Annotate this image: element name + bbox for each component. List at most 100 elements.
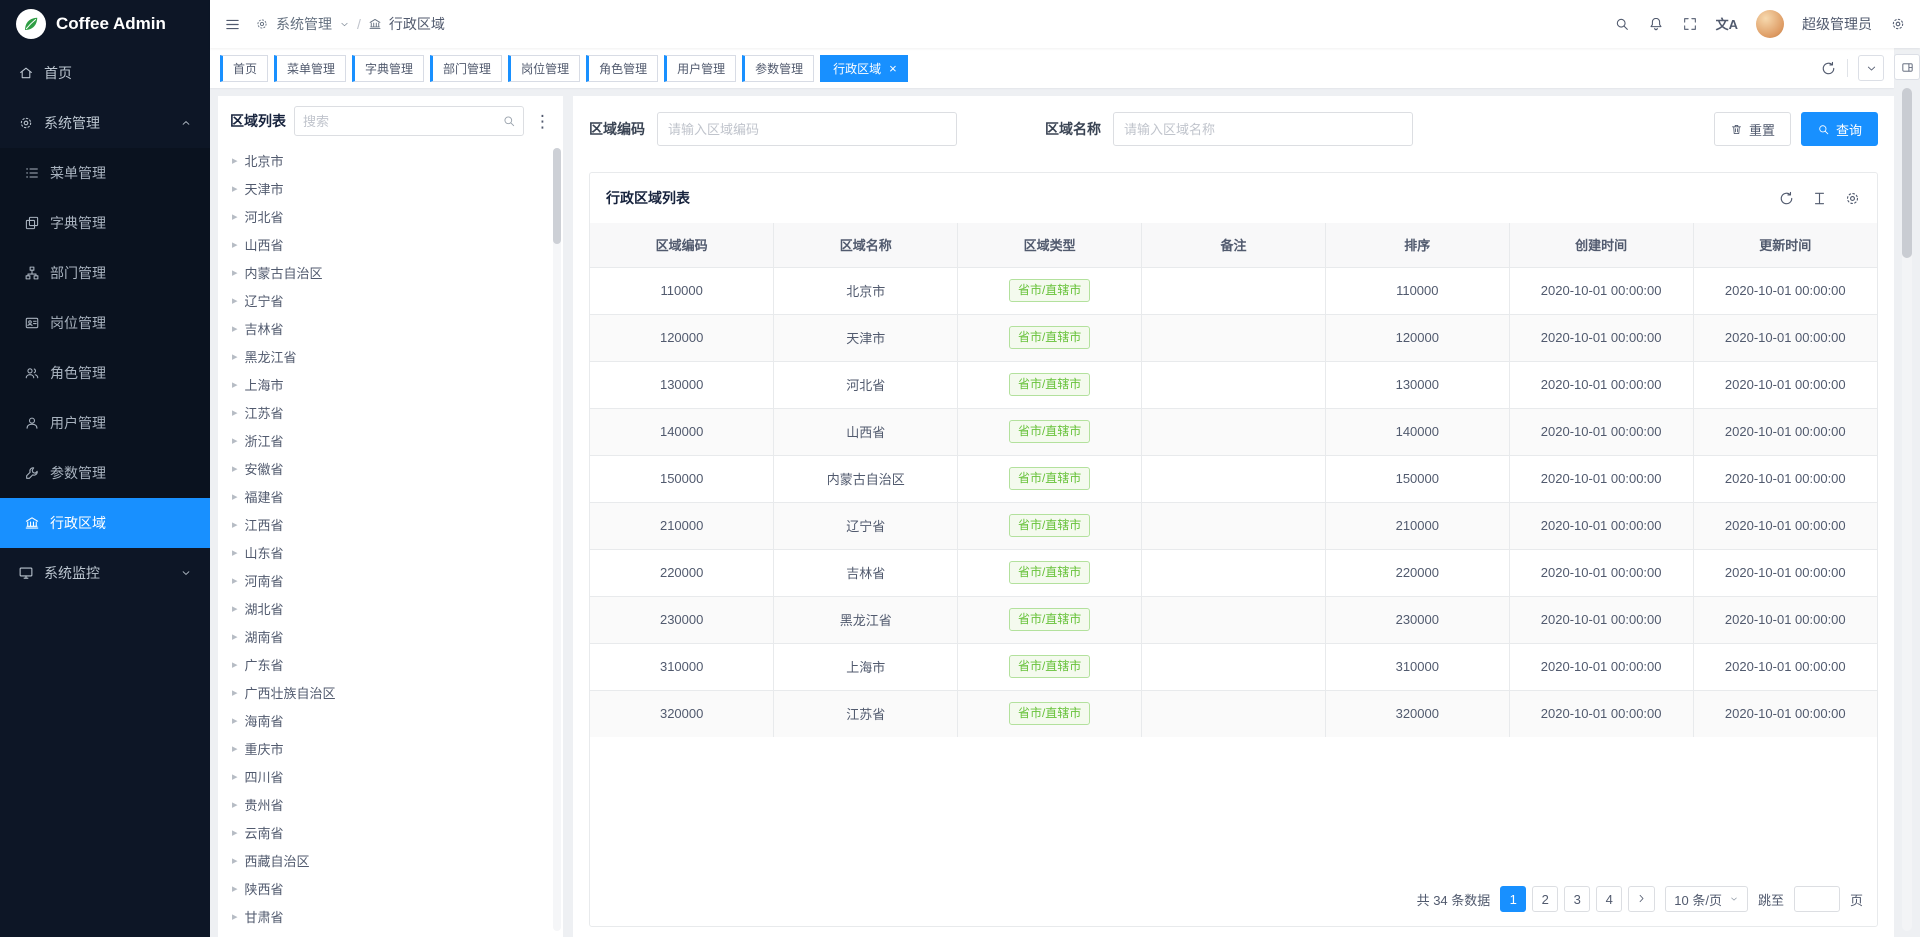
- tree-item[interactable]: ▸陕西省: [224, 874, 549, 902]
- tree-search-input[interactable]: [303, 114, 498, 129]
- sidebar-item-user-management[interactable]: 用户管理: [0, 398, 210, 448]
- cell-region-type: 省市/直辖市: [958, 314, 1142, 361]
- jump-page-input[interactable]: [1794, 886, 1840, 912]
- card-settings-button[interactable]: [1844, 190, 1861, 207]
- region-name-input[interactable]: [1113, 112, 1413, 146]
- table-row[interactable]: 320000江苏省省市/直辖市3200002020-10-01 00:00:00…: [590, 690, 1877, 737]
- table-row[interactable]: 130000河北省省市/直辖市1300002020-10-01 00:00:00…: [590, 361, 1877, 408]
- table-row[interactable]: 120000天津市省市/直辖市1200002020-10-01 00:00:00…: [590, 314, 1877, 361]
- page-scrollbar[interactable]: [1902, 88, 1912, 931]
- refresh-icon: [1778, 190, 1795, 207]
- page-button-1[interactable]: 1: [1500, 886, 1526, 912]
- tree-item[interactable]: ▸湖南省: [224, 622, 549, 650]
- global-search-button[interactable]: [1614, 16, 1630, 32]
- notification-button[interactable]: [1648, 16, 1664, 32]
- tree-item[interactable]: ▸内蒙古自治区: [224, 258, 549, 286]
- query-button[interactable]: 查询: [1801, 112, 1878, 146]
- content-fullscreen-button[interactable]: [1894, 54, 1920, 80]
- page-scrollbar-thumb[interactable]: [1902, 88, 1912, 258]
- tab-param[interactable]: 参数管理: [742, 55, 814, 82]
- tree-item[interactable]: ▸上海市: [224, 370, 549, 398]
- page-button-4[interactable]: 4: [1596, 886, 1622, 912]
- tree-item[interactable]: ▸海南省: [224, 706, 549, 734]
- tree-item[interactable]: ▸北京市: [224, 146, 549, 174]
- tree-item[interactable]: ▸山东省: [224, 538, 549, 566]
- gear-icon: [1890, 16, 1906, 32]
- menu-fold-button[interactable]: [224, 16, 241, 33]
- page-size-select[interactable]: 10 条/页: [1665, 886, 1748, 912]
- tree-item[interactable]: ▸湖北省: [224, 594, 549, 622]
- table-row[interactable]: 220000吉林省省市/直辖市2200002020-10-01 00:00:00…: [590, 549, 1877, 596]
- tree-item[interactable]: ▸甘肃省: [224, 902, 549, 930]
- table-header-cell: 区域名称: [774, 223, 958, 267]
- tree-scrollbar[interactable]: [553, 148, 561, 931]
- sidebar-item-system-management[interactable]: 系统管理: [0, 98, 210, 148]
- settings-button[interactable]: [1890, 16, 1906, 32]
- tree-item[interactable]: ▸天津市: [224, 174, 549, 202]
- tree-item[interactable]: ▸河南省: [224, 566, 549, 594]
- sidebar-item-home[interactable]: 首页: [0, 48, 210, 98]
- breadcrumb-root[interactable]: 系统管理: [276, 14, 332, 34]
- sidebar-item-system-monitor[interactable]: 系统监控: [0, 548, 210, 598]
- card-refresh-button[interactable]: [1778, 190, 1795, 207]
- tab-home[interactable]: 首页: [220, 55, 268, 82]
- table-row[interactable]: 310000上海市省市/直辖市3100002020-10-01 00:00:00…: [590, 643, 1877, 690]
- fullscreen-button[interactable]: [1682, 16, 1698, 32]
- tab-menu[interactable]: 菜单管理: [274, 55, 346, 82]
- sidebar-item-menu-management[interactable]: 菜单管理: [0, 148, 210, 198]
- tree-item[interactable]: ▸吉林省: [224, 314, 549, 342]
- tree-item[interactable]: ▸西藏自治区: [224, 846, 549, 874]
- table-row[interactable]: 140000山西省省市/直辖市1400002020-10-01 00:00:00…: [590, 408, 1877, 455]
- tree-item[interactable]: ▸浙江省: [224, 426, 549, 454]
- tree-item[interactable]: ▸山西省: [224, 230, 549, 258]
- tab-region[interactable]: 行政区域×: [820, 55, 908, 82]
- chevron-down-icon[interactable]: [339, 19, 350, 30]
- table-row[interactable]: 230000黑龙江省省市/直辖市2300002020-10-01 00:00:0…: [590, 596, 1877, 643]
- tree-item[interactable]: ▸江苏省: [224, 398, 549, 426]
- page-button-2[interactable]: 2: [1532, 886, 1558, 912]
- tree-item[interactable]: ▸黑龙江省: [224, 342, 549, 370]
- tree-more-button[interactable]: ⋮: [532, 113, 553, 130]
- tab-role[interactable]: 角色管理: [586, 55, 658, 82]
- sidebar-item-param-management[interactable]: 参数管理: [0, 448, 210, 498]
- tree-item[interactable]: ▸广东省: [224, 650, 549, 678]
- table-row[interactable]: 210000辽宁省省市/直辖市2100002020-10-01 00:00:00…: [590, 502, 1877, 549]
- card-columns-button[interactable]: [1811, 190, 1828, 207]
- caret-right-icon: ▸: [232, 210, 238, 223]
- tree-item[interactable]: ▸重庆市: [224, 734, 549, 762]
- tab-user[interactable]: 用户管理: [664, 55, 736, 82]
- page-button-3[interactable]: 3: [1564, 886, 1590, 912]
- tree-item[interactable]: ▸江西省: [224, 510, 549, 538]
- tree-item-label: 四川省: [245, 767, 284, 786]
- sidebar-item-post-management[interactable]: 岗位管理: [0, 298, 210, 348]
- table-row[interactable]: 110000北京市省市/直辖市1100002020-10-01 00:00:00…: [590, 267, 1877, 314]
- tree-item[interactable]: ▸四川省: [224, 762, 549, 790]
- tree-item[interactable]: ▸广西壮族自治区: [224, 678, 549, 706]
- sidebar-item-dict-management[interactable]: 字典管理: [0, 198, 210, 248]
- table-row[interactable]: 150000内蒙古自治区省市/直辖市1500002020-10-01 00:00…: [590, 455, 1877, 502]
- sidebar-item-dept-management[interactable]: 部门管理: [0, 248, 210, 298]
- tree-item[interactable]: ▸青海省: [224, 930, 549, 937]
- refresh-tabs-button[interactable]: [1820, 60, 1837, 77]
- region-code-input[interactable]: [657, 112, 957, 146]
- tab-menu-button[interactable]: [1858, 55, 1884, 81]
- sidebar-item-admin-region[interactable]: 行政区域: [0, 498, 210, 548]
- tab-dept[interactable]: 部门管理: [430, 55, 502, 82]
- user-name[interactable]: 超级管理员: [1802, 14, 1872, 34]
- tab-close-icon[interactable]: ×: [889, 62, 897, 75]
- tree-item[interactable]: ▸贵州省: [224, 790, 549, 818]
- tree-item[interactable]: ▸安徽省: [224, 454, 549, 482]
- tree-item[interactable]: ▸福建省: [224, 482, 549, 510]
- reset-button[interactable]: 重置: [1714, 112, 1791, 146]
- tree-item[interactable]: ▸河北省: [224, 202, 549, 230]
- avatar[interactable]: [1756, 10, 1784, 38]
- tree-scrollbar-thumb[interactable]: [553, 148, 561, 244]
- translate-button[interactable]: 文A: [1716, 18, 1738, 31]
- search-icon[interactable]: [502, 114, 516, 128]
- sidebar-item-role-management[interactable]: 角色管理: [0, 348, 210, 398]
- next-page-button[interactable]: [1628, 886, 1655, 912]
- tree-item[interactable]: ▸辽宁省: [224, 286, 549, 314]
- tree-item[interactable]: ▸云南省: [224, 818, 549, 846]
- tab-post[interactable]: 岗位管理: [508, 55, 580, 82]
- tab-dict[interactable]: 字典管理: [352, 55, 424, 82]
